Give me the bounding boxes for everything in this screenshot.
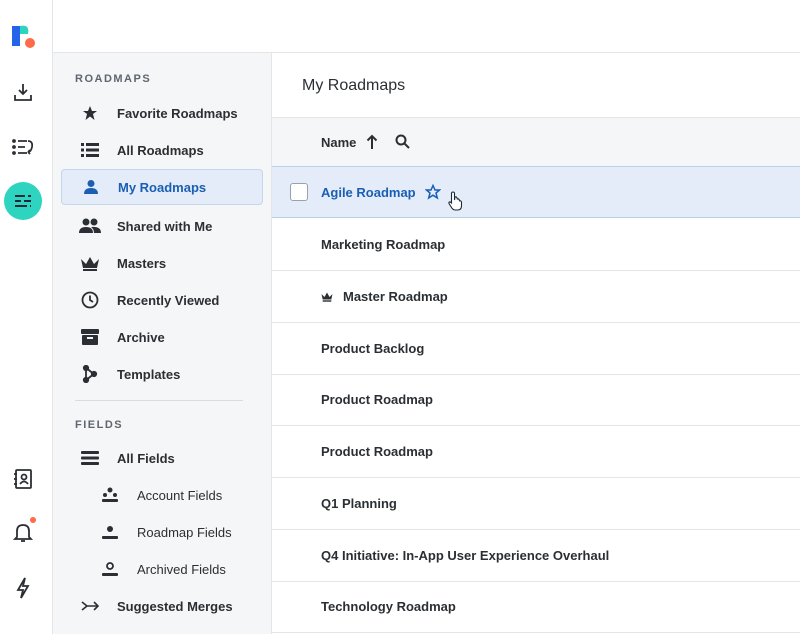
star-icon [79, 102, 101, 124]
nav-shared-with-me[interactable]: Shared with Me [61, 208, 263, 244]
roadmap-name-link[interactable]: Product Backlog [321, 341, 424, 356]
table-row[interactable]: Product Backlog [272, 323, 800, 375]
table-row[interactable]: Agile Roadmap [272, 166, 800, 218]
nav-all-fields[interactable]: All Fields [61, 440, 263, 476]
import-icon[interactable] [4, 73, 42, 111]
nav-favorite-roadmaps[interactable]: Favorite Roadmaps [61, 95, 263, 131]
nav-label: Templates [117, 366, 181, 382]
nav-label: Archived Fields [137, 561, 226, 577]
nav-suggested-merges[interactable]: Suggested Merges [61, 588, 263, 624]
nav-label: Shared with Me [117, 218, 213, 234]
archive-icon [79, 326, 101, 348]
contacts-icon[interactable] [4, 460, 42, 498]
roadmap-name-link[interactable]: Master Roadmap [343, 289, 448, 304]
table-row[interactable]: Master Roadmap [272, 271, 800, 323]
table-header: Name [272, 117, 800, 167]
roadmap-name-link[interactable]: Q1 Planning [321, 496, 397, 511]
roadmaps-icon[interactable] [4, 182, 42, 220]
nav-archived-fields[interactable]: Archived Fields [61, 551, 263, 587]
list-icon [79, 139, 101, 161]
roadmap-name-link[interactable]: Marketing Roadmap [321, 237, 445, 252]
table-row[interactable]: Q4 Initiative: In-App User Experience Ov… [272, 530, 800, 582]
nav-archive[interactable]: Archive [61, 319, 263, 355]
master-crown-icon [321, 292, 333, 302]
fields-section-title: FIELDS [75, 419, 124, 431]
table-row[interactable]: Technology Roadmap [272, 581, 800, 633]
icon-rail [0, 0, 53, 634]
hand-pointer-cursor-icon [448, 191, 464, 214]
table-row[interactable]: Product Roadmap [272, 374, 800, 426]
nav-label: Favorite Roadmaps [117, 105, 238, 121]
top-bar [53, 0, 800, 53]
user-icon [80, 176, 102, 198]
roadmap-name-link[interactable]: Product Roadmap [321, 444, 433, 459]
nav-masters[interactable]: Masters [61, 245, 263, 281]
sidebar-divider [75, 400, 243, 401]
sort-arrow-up-icon[interactable] [366, 134, 378, 150]
nav-label: Archive [117, 329, 165, 345]
nav-label: My Roadmaps [118, 179, 207, 195]
table-row[interactable]: Product Roadmap [272, 426, 800, 478]
roadmap-name-link[interactable]: Technology Roadmap [321, 599, 456, 614]
roadmaps-section-title: ROADMAPS [75, 73, 152, 85]
list-icon[interactable] [4, 128, 42, 166]
main-content: My Roadmaps Name Agile Roadmap Marketing… [272, 53, 800, 634]
bell-icon[interactable] [4, 513, 42, 551]
roadmap-name-link[interactable]: Agile Roadmap [321, 185, 416, 200]
crown-icon [79, 252, 101, 274]
nav-my-roadmaps[interactable]: My Roadmaps [61, 169, 263, 205]
table-row[interactable]: Marketing Roadmap [272, 219, 800, 271]
roadmap-name-link[interactable]: Product Roadmap [321, 392, 433, 407]
roadmap-fields-icon [99, 521, 121, 543]
lightning-icon[interactable] [4, 569, 42, 607]
roadmap-name-link[interactable]: Q4 Initiative: In-App User Experience Ov… [321, 548, 609, 563]
favorite-star-icon[interactable] [424, 184, 441, 200]
nav-label: Account Fields [137, 487, 223, 503]
nav-label: Suggested Merges [117, 598, 233, 614]
nav-templates[interactable]: Templates [61, 356, 263, 392]
archived-fields-icon [99, 558, 121, 580]
nav-label: All Roadmaps [117, 142, 204, 158]
nav-all-roadmaps[interactable]: All Roadmaps [61, 132, 263, 168]
nav-recently-viewed[interactable]: Recently Viewed [61, 282, 263, 318]
fields-icon [79, 447, 101, 469]
template-icon [79, 363, 101, 385]
table-row[interactable]: Q1 Planning [272, 478, 800, 530]
nav-label: Masters [117, 255, 167, 271]
notification-dot [30, 517, 36, 523]
page-title: My Roadmaps [302, 77, 406, 94]
row-checkbox[interactable] [290, 183, 308, 201]
nav-label: All Fields [117, 450, 175, 466]
search-icon[interactable] [395, 134, 411, 150]
nav-roadmap-fields[interactable]: Roadmap Fields [61, 514, 263, 550]
nav-label: Recently Viewed [117, 292, 220, 308]
nav-account-fields[interactable]: Account Fields [61, 477, 263, 513]
merge-icon [79, 595, 101, 617]
clock-icon [79, 289, 101, 311]
app-logo[interactable] [10, 22, 36, 50]
sidebar: ROADMAPS Favorite Roadmaps All Roadmaps … [53, 53, 272, 634]
name-column-header[interactable]: Name [321, 135, 356, 150]
nav-label: Roadmap Fields [137, 524, 232, 540]
account-fields-icon [99, 484, 121, 506]
users-icon [79, 215, 101, 237]
